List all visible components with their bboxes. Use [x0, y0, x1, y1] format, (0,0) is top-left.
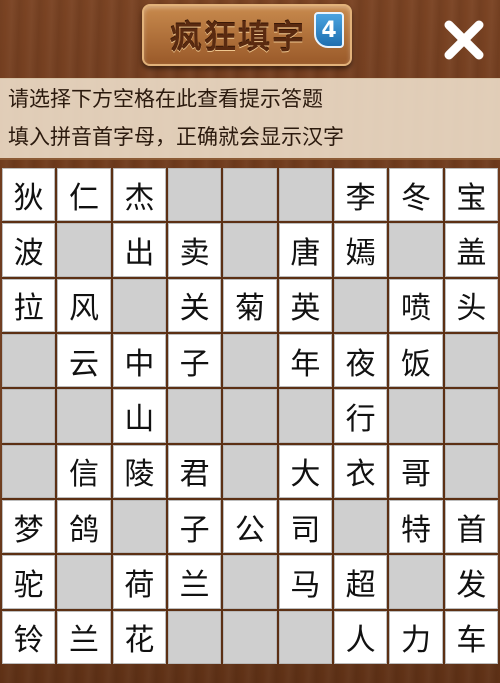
grid-cell-letter[interactable]: 荷: [112, 555, 166, 609]
grid-cell-blank: [57, 223, 111, 277]
grid-cell-blank: [444, 444, 498, 498]
grid-cell-letter[interactable]: 车: [444, 610, 498, 664]
grid-cell-letter[interactable]: 兰: [57, 610, 111, 664]
grid-cell-blank: [223, 168, 277, 222]
grid-cell-letter[interactable]: 盖: [444, 223, 498, 277]
grid-cell-letter[interactable]: 云: [57, 333, 111, 388]
grid-cell-letter[interactable]: 喷: [389, 278, 443, 332]
grid-cell-blank: [444, 333, 498, 388]
close-button[interactable]: [438, 14, 490, 66]
grid-cell-blank: [112, 278, 166, 332]
title-plaque: 疯狂填字 4: [142, 4, 352, 66]
grid-cell-letter[interactable]: 鸽: [57, 499, 111, 554]
grid-cell-blank: [112, 499, 166, 554]
grid-cell-letter[interactable]: 花: [112, 610, 166, 664]
grid-cell-letter[interactable]: 大: [278, 444, 332, 498]
grid-cell-letter[interactable]: 嫣: [333, 223, 388, 277]
grid-cell-letter[interactable]: 梦: [2, 499, 56, 554]
grid-cell-blank: [223, 444, 277, 498]
grid-cell-letter[interactable]: 菊: [223, 278, 277, 332]
grid-cell-letter[interactable]: 子: [167, 333, 222, 388]
grid-cell-blank: [333, 278, 388, 332]
grid-cell-letter[interactable]: 波: [2, 223, 56, 277]
grid-cell-letter[interactable]: 兰: [167, 555, 222, 609]
grid-cell-blank: [223, 223, 277, 277]
level-badge: 4: [314, 12, 344, 48]
grid-cell-letter[interactable]: 信: [57, 444, 111, 498]
grid-cell-letter[interactable]: 年: [278, 333, 332, 388]
grid-cell-blank: [444, 389, 498, 443]
header-bar: 疯狂填字 4: [0, 0, 500, 76]
grid-cell-letter[interactable]: 唐: [278, 223, 332, 277]
grid-cell-blank: [333, 499, 388, 554]
grid-cell-letter[interactable]: 子: [167, 499, 222, 554]
grid-cell-letter[interactable]: 马: [278, 555, 332, 609]
grid-cell-letter[interactable]: 宝: [444, 168, 498, 222]
crossword-grid: 狄仁杰李冬宝波出卖唐嫣盖拉风关菊英喷头云中子年夜饭山行信陵君大衣哥梦鸽子公司特首…: [2, 168, 498, 664]
close-icon: [444, 20, 484, 60]
grid-cell-letter[interactable]: 哥: [389, 444, 443, 498]
grid-cell-letter[interactable]: 英: [278, 278, 332, 332]
grid-cell-letter[interactable]: 君: [167, 444, 222, 498]
game-title: 疯狂填字: [169, 18, 306, 56]
grid-cell-blank: [389, 555, 443, 609]
grid-cell-letter[interactable]: 卖: [167, 223, 222, 277]
grid-cell-blank: [223, 333, 277, 388]
grid-cell-letter[interactable]: 冬: [389, 168, 443, 222]
grid-cell-letter[interactable]: 出: [112, 223, 166, 277]
grid-cell-blank: [278, 389, 332, 443]
grid-cell-blank: [2, 444, 56, 498]
grid-cell-blank: [2, 389, 56, 443]
grid-cell-letter[interactable]: 山: [112, 389, 166, 443]
grid-cell-letter[interactable]: 驼: [2, 555, 56, 609]
hint-line-1: 请选择下方空格在此查看提示答题: [8, 87, 323, 111]
hint-panel: 请选择下方空格在此查看提示答题 填入拼音首字母，正确就会显示汉字: [0, 78, 500, 160]
grid-cell-blank: [223, 555, 277, 609]
grid-cell-blank: [278, 610, 332, 664]
grid-cell-letter[interactable]: 饭: [389, 333, 443, 388]
grid-cell-blank: [57, 555, 111, 609]
grid-cell-letter[interactable]: 铃: [2, 610, 56, 664]
grid-cell-letter[interactable]: 司: [278, 499, 332, 554]
grid-cell-letter[interactable]: 杰: [112, 168, 166, 222]
grid-cell-blank: [57, 389, 111, 443]
grid-cell-blank: [2, 333, 56, 388]
grid-cell-blank: [278, 168, 332, 222]
grid-cell-blank: [389, 389, 443, 443]
grid-cell-blank: [389, 223, 443, 277]
grid-cell-letter[interactable]: 首: [444, 499, 498, 554]
grid-cell-letter[interactable]: 中: [112, 333, 166, 388]
grid-cell-letter[interactable]: 人: [333, 610, 388, 664]
grid-cell-letter[interactable]: 李: [333, 168, 388, 222]
grid-cell-blank: [223, 389, 277, 443]
grid-cell-letter[interactable]: 行: [333, 389, 388, 443]
grid-cell-letter[interactable]: 陵: [112, 444, 166, 498]
grid-cell-letter[interactable]: 仁: [57, 168, 111, 222]
puzzle-board: 狄仁杰李冬宝波出卖唐嫣盖拉风关菊英喷头云中子年夜饭山行信陵君大衣哥梦鸽子公司特首…: [0, 166, 500, 666]
grid-cell-letter[interactable]: 公: [223, 499, 277, 554]
grid-cell-letter[interactable]: 力: [389, 610, 443, 664]
grid-cell-letter[interactable]: 衣: [333, 444, 388, 498]
grid-cell-letter[interactable]: 特: [389, 499, 443, 554]
grid-cell-letter[interactable]: 夜: [333, 333, 388, 388]
grid-cell-letter[interactable]: 头: [444, 278, 498, 332]
grid-cell-letter[interactable]: 发: [444, 555, 498, 609]
grid-cell-letter[interactable]: 风: [57, 278, 111, 332]
grid-cell-blank: [223, 610, 277, 664]
grid-cell-letter[interactable]: 狄: [2, 168, 56, 222]
grid-cell-letter[interactable]: 拉: [2, 278, 56, 332]
grid-cell-letter[interactable]: 关: [167, 278, 222, 332]
grid-cell-blank: [167, 610, 222, 664]
grid-cell-letter[interactable]: 超: [333, 555, 388, 609]
grid-cell-blank: [167, 168, 222, 222]
grid-cell-blank: [167, 389, 222, 443]
hint-line-2: 填入拼音首字母，正确就会显示汉字: [8, 125, 344, 149]
